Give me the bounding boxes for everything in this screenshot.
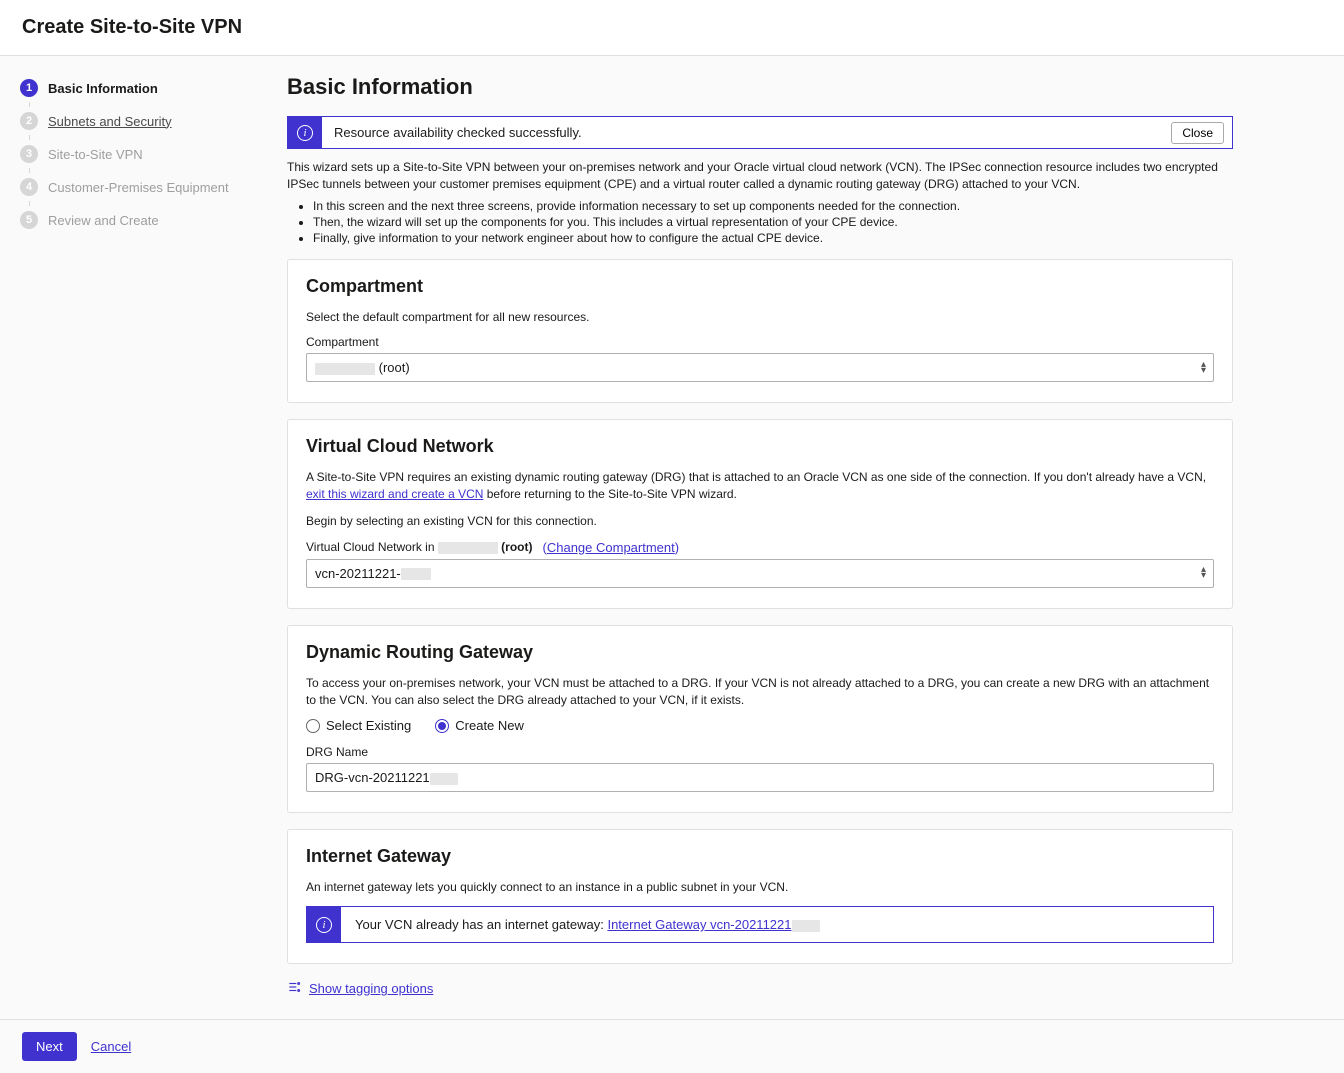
- step-number-icon: 4: [20, 178, 38, 196]
- content-area: Basic Information i Resource availabilit…: [265, 56, 1255, 1019]
- intro-paragraph: This wizard sets up a Site-to-Site VPN b…: [287, 159, 1233, 193]
- card-title: Internet Gateway: [306, 846, 1214, 867]
- page-header: Create Site-to-Site VPN: [0, 0, 1344, 56]
- info-icon: i: [307, 907, 341, 942]
- drg-card: Dynamic Routing Gateway To access your o…: [287, 625, 1233, 814]
- step-site-to-site-vpn: 3 Site-to-Site VPN: [20, 140, 245, 168]
- card-desc: An internet gateway lets you quickly con…: [306, 879, 1214, 896]
- igw-info-alert: i Your VCN already has an internet gatew…: [306, 906, 1214, 943]
- availability-alert: i Resource availability checked successf…: [287, 116, 1233, 149]
- step-label: Review and Create: [48, 213, 159, 228]
- step-basic-information[interactable]: 1 Basic Information: [20, 74, 245, 102]
- bullet-item: Then, the wizard will set up the compone…: [313, 215, 1233, 229]
- radio-label: Select Existing: [326, 718, 411, 733]
- section-heading: Basic Information: [287, 74, 1233, 100]
- bullet-item: In this screen and the next three screen…: [313, 199, 1233, 213]
- card-desc: To access your on-premises network, your…: [306, 675, 1214, 709]
- exit-wizard-link[interactable]: exit this wizard and create a VCN: [306, 487, 483, 501]
- step-number-icon: 2: [20, 112, 38, 130]
- card-desc2: Begin by selecting an existing VCN for t…: [306, 513, 1214, 530]
- step-number-icon: 5: [20, 211, 38, 229]
- compartment-select[interactable]: (root): [306, 353, 1214, 382]
- card-title: Compartment: [306, 276, 1214, 297]
- alert-text: Your VCN already has an internet gateway…: [341, 907, 1213, 942]
- alert-text: Resource availability checked successful…: [322, 117, 1171, 148]
- radio-label: Create New: [455, 718, 524, 733]
- igw-card: Internet Gateway An internet gateway let…: [287, 829, 1233, 964]
- card-title: Virtual Cloud Network: [306, 436, 1214, 457]
- step-label: Customer-Premises Equipment: [48, 180, 229, 195]
- page-title: Create Site-to-Site VPN: [22, 16, 1322, 39]
- compartment-card: Compartment Select the default compartme…: [287, 259, 1233, 404]
- drg-name-label: DRG Name: [306, 745, 1214, 759]
- vcn-card: Virtual Cloud Network A Site-to-Site VPN…: [287, 419, 1233, 608]
- vcn-label: Virtual Cloud Network in (root): [306, 540, 533, 554]
- show-tagging-link[interactable]: Show tagging options: [309, 981, 433, 996]
- wizard-sidebar: 1 Basic Information 2 Subnets and Securi…: [0, 56, 265, 1019]
- alert-close-button[interactable]: Close: [1171, 122, 1224, 144]
- card-desc: A Site-to-Site VPN requires an existing …: [306, 469, 1214, 503]
- intro-bullets: In this screen and the next three screen…: [313, 199, 1233, 245]
- cancel-button[interactable]: Cancel: [91, 1039, 131, 1054]
- step-list: 1 Basic Information 2 Subnets and Securi…: [20, 74, 245, 234]
- step-cpe: 4 Customer-Premises Equipment: [20, 173, 245, 201]
- bullet-item: Finally, give information to your networ…: [313, 231, 1233, 245]
- radio-create-new[interactable]: Create New: [435, 718, 524, 733]
- info-icon: i: [288, 117, 322, 148]
- change-compartment-link[interactable]: Change Compartment: [547, 540, 675, 555]
- step-label: Basic Information: [48, 81, 158, 96]
- card-title: Dynamic Routing Gateway: [306, 642, 1214, 663]
- compartment-label: Compartment: [306, 335, 1214, 349]
- step-subnets-security[interactable]: 2 Subnets and Security: [20, 107, 245, 135]
- next-button[interactable]: Next: [22, 1032, 77, 1061]
- vcn-select[interactable]: vcn-20211221-: [306, 559, 1214, 588]
- step-label: Site-to-Site VPN: [48, 147, 143, 162]
- step-review-create: 5 Review and Create: [20, 206, 245, 234]
- tagging-icon: [287, 980, 301, 997]
- step-number-icon: 3: [20, 145, 38, 163]
- igw-link[interactable]: Internet Gateway vcn-20211221: [607, 917, 819, 932]
- wizard-footer: Next Cancel: [0, 1019, 1344, 1073]
- radio-select-existing[interactable]: Select Existing: [306, 718, 411, 733]
- card-desc: Select the default compartment for all n…: [306, 309, 1214, 326]
- step-number-icon: 1: [20, 79, 38, 97]
- drg-name-input[interactable]: DRG-vcn-20211221: [306, 763, 1214, 792]
- step-label: Subnets and Security: [48, 114, 172, 129]
- tagging-row: Show tagging options: [287, 980, 1233, 997]
